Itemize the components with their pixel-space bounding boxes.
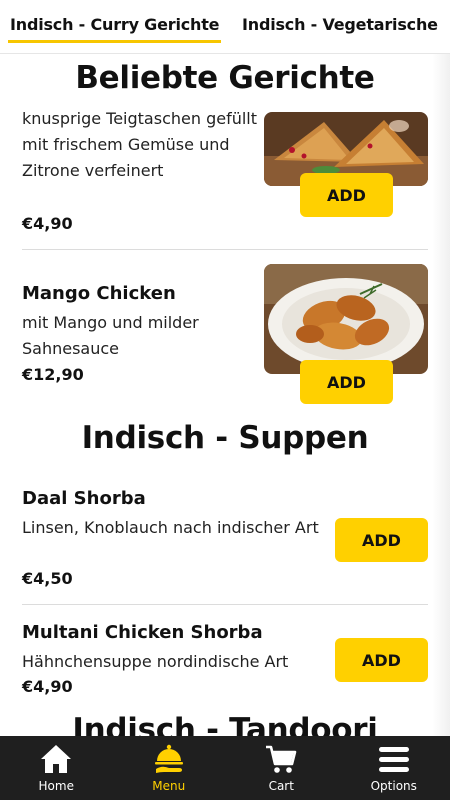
home-icon: [39, 742, 73, 776]
tab-curry-gerichte[interactable]: Indisch - Curry Gerichte: [7, 15, 222, 43]
section-title-popular: Beliebte Gerichte: [75, 60, 375, 96]
item-price: €4,90: [22, 677, 73, 696]
item-divider: [22, 249, 428, 250]
add-button[interactable]: ADD: [300, 173, 393, 217]
item-name[interactable]: Mango Chicken: [22, 283, 176, 304]
item-price: €4,90: [22, 214, 73, 233]
nav-menu[interactable]: Menu: [113, 736, 226, 800]
serving-cloche-icon: [152, 742, 186, 776]
item-price: €12,90: [22, 365, 84, 384]
item-name[interactable]: Daal Shorba: [22, 488, 146, 509]
section-title-tandoori: Indisch - Tandoori: [72, 712, 378, 736]
nav-menu-label: Menu: [152, 779, 186, 793]
nav-options[interactable]: Options: [338, 736, 450, 800]
menu-scroll-area[interactable]: Beliebte Gerichte knusprige Teigtaschen …: [0, 54, 450, 736]
nav-cart-label: Cart: [268, 779, 294, 793]
add-button[interactable]: ADD: [300, 360, 393, 404]
item-price: €4,50: [22, 569, 73, 588]
hamburger-menu-icon: [377, 742, 411, 776]
nav-home[interactable]: Home: [0, 736, 113, 800]
add-button[interactable]: ADD: [335, 518, 428, 562]
item-description: mit Mango und milder Sahnesauce: [22, 313, 199, 358]
mango-chicken-image[interactable]: [264, 264, 428, 374]
tab-vegetarische[interactable]: Indisch - Vegetarische: [242, 15, 438, 34]
nav-options-label: Options: [370, 779, 417, 793]
item-description: Linsen, Knoblauch nach indischer Art: [22, 518, 319, 537]
mango-chicken-photo-icon: [264, 264, 428, 374]
item-description: Hähnchensuppe nordindische Art: [22, 652, 289, 671]
nav-home-label: Home: [38, 779, 74, 793]
item-divider: [22, 604, 428, 605]
category-tabs: Indisch - Curry Gerichte Indisch - Veget…: [0, 0, 450, 54]
bottom-navigation: Home Menu Cart Options: [0, 736, 450, 800]
section-title-soups: Indisch - Suppen: [81, 420, 369, 456]
add-button[interactable]: ADD: [335, 638, 428, 682]
cart-icon: [264, 742, 298, 776]
nav-cart[interactable]: Cart: [225, 736, 338, 800]
item-name[interactable]: Multani Chicken Shorba: [22, 622, 263, 643]
item-description: knusprige Teigtaschen gefüllt mit frisch…: [22, 109, 258, 180]
